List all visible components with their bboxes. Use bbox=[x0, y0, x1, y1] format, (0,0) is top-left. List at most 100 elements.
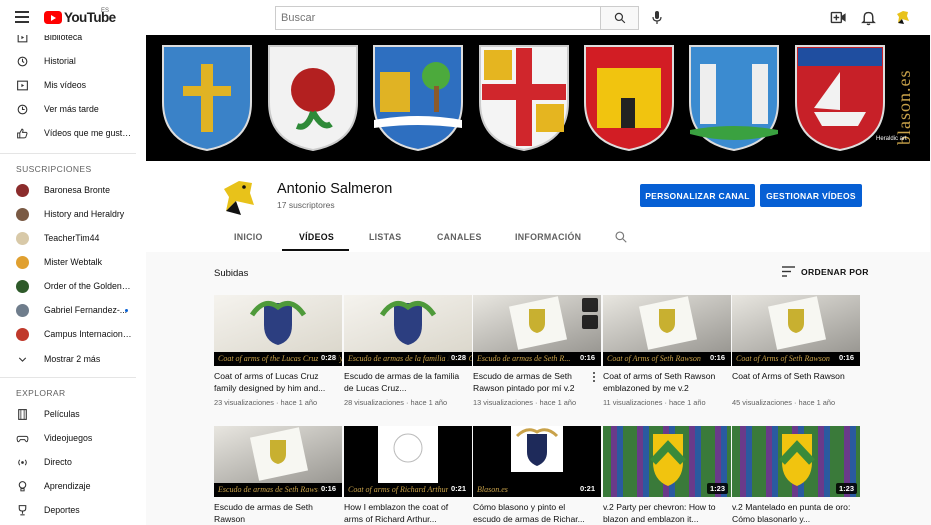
banner-tagline: Heraldic art bbox=[876, 136, 907, 142]
subscriber-count: 17 suscriptores bbox=[277, 200, 335, 210]
voice-search-button[interactable] bbox=[646, 6, 668, 30]
search-input[interactable] bbox=[276, 7, 600, 29]
customize-channel-button[interactable]: PERSONALIZAR CANAL bbox=[640, 184, 755, 207]
video-duration: 0:16 bbox=[706, 352, 728, 363]
banner-brand: blason.es bbox=[894, 69, 914, 146]
tab-about[interactable]: INFORMACIÓN bbox=[515, 232, 581, 242]
channel-avatar bbox=[16, 231, 29, 245]
video-title[interactable]: Cómo blasono y pinto el escudo de armas … bbox=[473, 502, 593, 525]
youtube-play-icon bbox=[44, 11, 62, 24]
subscription-item[interactable]: Order of the Golden O... bbox=[0, 274, 140, 298]
active-tab-indicator bbox=[282, 249, 349, 251]
tab-channels[interactable]: CANALES bbox=[437, 232, 482, 242]
channel-banner: blason.es Heraldic art bbox=[146, 35, 930, 161]
video-duration: 0:28 bbox=[317, 352, 339, 363]
video-title[interactable]: v.2 Party per chevron: How to blazon and… bbox=[603, 502, 723, 525]
tab-home[interactable]: INICIO bbox=[234, 232, 263, 242]
country-code: ES bbox=[101, 8, 110, 14]
video-thumbnail[interactable]: Blason.es 0:21 bbox=[473, 426, 601, 497]
video-title[interactable]: Coat of arms of Seth Rawson emblazoned b… bbox=[603, 371, 723, 394]
subscription-item[interactable]: Gabriel Fernandez-... bbox=[0, 298, 140, 322]
subscription-item[interactable]: Baronesa Bronte bbox=[0, 178, 140, 202]
notifications-bell-icon[interactable] bbox=[860, 9, 877, 26]
learning-icon bbox=[18, 480, 27, 491]
sidebar-item-my-videos[interactable]: Mis vídeos bbox=[0, 73, 140, 97]
shield-blue-cross-image bbox=[162, 45, 252, 152]
sidebar-item-learning[interactable]: Aprendizaje bbox=[0, 474, 140, 498]
video-card[interactable]: Escudo de armas de Seth Rawson 0:16 Escu… bbox=[214, 426, 342, 525]
video-thumbnail[interactable]: Escudo de armas de Seth Rawson 0:16 bbox=[214, 426, 342, 497]
video-meta: 11 visualizaciones · hace 1 año bbox=[603, 398, 706, 407]
tab-playlists[interactable]: LISTAS bbox=[369, 232, 401, 242]
video-card[interactable]: Coat of arms of the Lucas Cruz Family 0:… bbox=[214, 295, 342, 407]
video-thumbnail[interactable]: Escudo de armas de Seth R... 0:16 bbox=[473, 295, 601, 366]
channel-avatar bbox=[16, 255, 29, 269]
show-more-button[interactable]: Mostrar 2 más bbox=[0, 347, 140, 371]
gaming-icon bbox=[16, 435, 29, 442]
video-title[interactable]: Escudo de armas de la familia de Lucas C… bbox=[344, 371, 464, 394]
subscription-item[interactable]: Campus Internaciona... bbox=[0, 322, 140, 346]
sidebar-item-live[interactable]: Directo bbox=[0, 450, 140, 474]
shield-ship-image bbox=[795, 45, 885, 152]
video-thumbnail[interactable]: Coat of Arms of Seth Rawson 0:16 bbox=[603, 295, 731, 366]
video-thumbnail[interactable]: Coat of arms of the Lucas Cruz Family 0:… bbox=[214, 295, 342, 366]
shield-tower-tree-image bbox=[373, 45, 463, 152]
video-title[interactable]: Escudo de armas de Seth Rawson bbox=[214, 502, 334, 525]
sort-by-button[interactable]: ORDENAR POR bbox=[782, 266, 869, 277]
video-title[interactable]: Coat of Arms of Seth Rawson bbox=[732, 371, 852, 394]
video-thumbnail[interactable]: 1:23 bbox=[732, 426, 860, 497]
search-button[interactable] bbox=[601, 6, 639, 30]
sidebar-item-history[interactable]: Historial bbox=[0, 49, 140, 73]
video-card[interactable]: Escudo de armas de Seth R... 0:16 Escudo… bbox=[473, 295, 601, 407]
channel-name: Antonio Salmeron bbox=[277, 181, 393, 197]
add-to-queue-icon[interactable] bbox=[582, 315, 598, 329]
sidebar-item-movies[interactable]: Películas bbox=[0, 402, 140, 426]
video-duration: 0:16 bbox=[835, 352, 857, 363]
microphone-icon bbox=[652, 11, 662, 24]
video-title[interactable]: v.2 Mantelado en punta de oro: Cómo blas… bbox=[732, 502, 852, 525]
video-card[interactable]: Coat of Arms of Seth Rawson 0:16 Coat of… bbox=[603, 295, 731, 407]
watch-later-icon[interactable] bbox=[582, 298, 598, 312]
manage-videos-button[interactable]: GESTIONAR VÍDEOS bbox=[760, 184, 862, 207]
video-card[interactable]: 1:23 v.2 Party per chevron: How to blazo… bbox=[603, 426, 731, 525]
video-duration: 0:21 bbox=[576, 483, 598, 494]
video-thumbnail[interactable]: 1:23 bbox=[603, 426, 731, 497]
video-title[interactable]: How I emblazon the coat of arms of Richa… bbox=[344, 502, 464, 525]
channel-avatar bbox=[16, 279, 29, 293]
sidebar-item-liked-videos[interactable]: Vídeos que me gustan bbox=[0, 121, 140, 145]
sidebar-item-sports[interactable]: Deportes bbox=[0, 498, 140, 522]
search-box[interactable] bbox=[275, 6, 601, 30]
video-card[interactable]: 1:23 v.2 Mantelado en punta de oro: Cómo… bbox=[732, 426, 860, 525]
video-card[interactable]: Coat of arms of Richard Arthur 0:21 How … bbox=[344, 426, 472, 525]
explore-heading: EXPLORAR bbox=[16, 388, 66, 398]
subscription-item[interactable]: TeacherTim44 bbox=[0, 226, 140, 250]
create-video-icon[interactable] bbox=[830, 9, 847, 26]
sort-icon bbox=[782, 266, 795, 277]
sidebar-divider bbox=[0, 153, 136, 154]
shield-pomegranate-image bbox=[268, 45, 358, 152]
video-meta: 13 visualizaciones · hace 1 año bbox=[473, 398, 577, 407]
video-title[interactable]: Coat of arms of Lucas Cruz family design… bbox=[214, 371, 334, 394]
account-avatar[interactable] bbox=[893, 7, 913, 27]
menu-icon[interactable] bbox=[15, 11, 29, 23]
shield-red-cross-image bbox=[479, 45, 569, 152]
channel-avatar-large bbox=[214, 171, 264, 221]
video-card[interactable]: Escudo de armas de la familia Lucas Cruz… bbox=[344, 295, 472, 407]
video-thumbnail[interactable]: Coat of Arms of Seth Rawson 0:16 bbox=[732, 295, 860, 366]
video-duration: 0:21 bbox=[447, 483, 469, 494]
video-thumbnail[interactable]: Coat of arms of Richard Arthur 0:21 bbox=[344, 426, 472, 497]
subscription-item[interactable]: History and Heraldry bbox=[0, 202, 140, 226]
channel-search-icon[interactable] bbox=[614, 230, 628, 244]
sidebar-item-gaming[interactable]: Videojuegos bbox=[0, 426, 140, 450]
video-card[interactable]: Blason.es 0:21 Cómo blasono y pinto el e… bbox=[473, 426, 601, 525]
video-title[interactable]: Escudo de armas de Seth Rawson pintado p… bbox=[473, 371, 593, 394]
tab-videos[interactable]: VÍDEOS bbox=[299, 232, 334, 242]
new-content-dot bbox=[125, 308, 128, 312]
uploads-heading: Subidas bbox=[214, 268, 249, 279]
video-card[interactable]: Coat of Arms of Seth Rawson 0:16 Coat of… bbox=[732, 295, 860, 407]
video-duration: 0:28 bbox=[447, 352, 469, 363]
subscription-item[interactable]: Mister Webtalk bbox=[0, 250, 140, 274]
video-thumbnail[interactable]: Escudo de armas de la familia Lucas Cruz… bbox=[344, 295, 472, 366]
sidebar-item-watch-later[interactable]: Ver más tarde bbox=[0, 97, 140, 121]
more-options-icon[interactable] bbox=[591, 372, 597, 384]
